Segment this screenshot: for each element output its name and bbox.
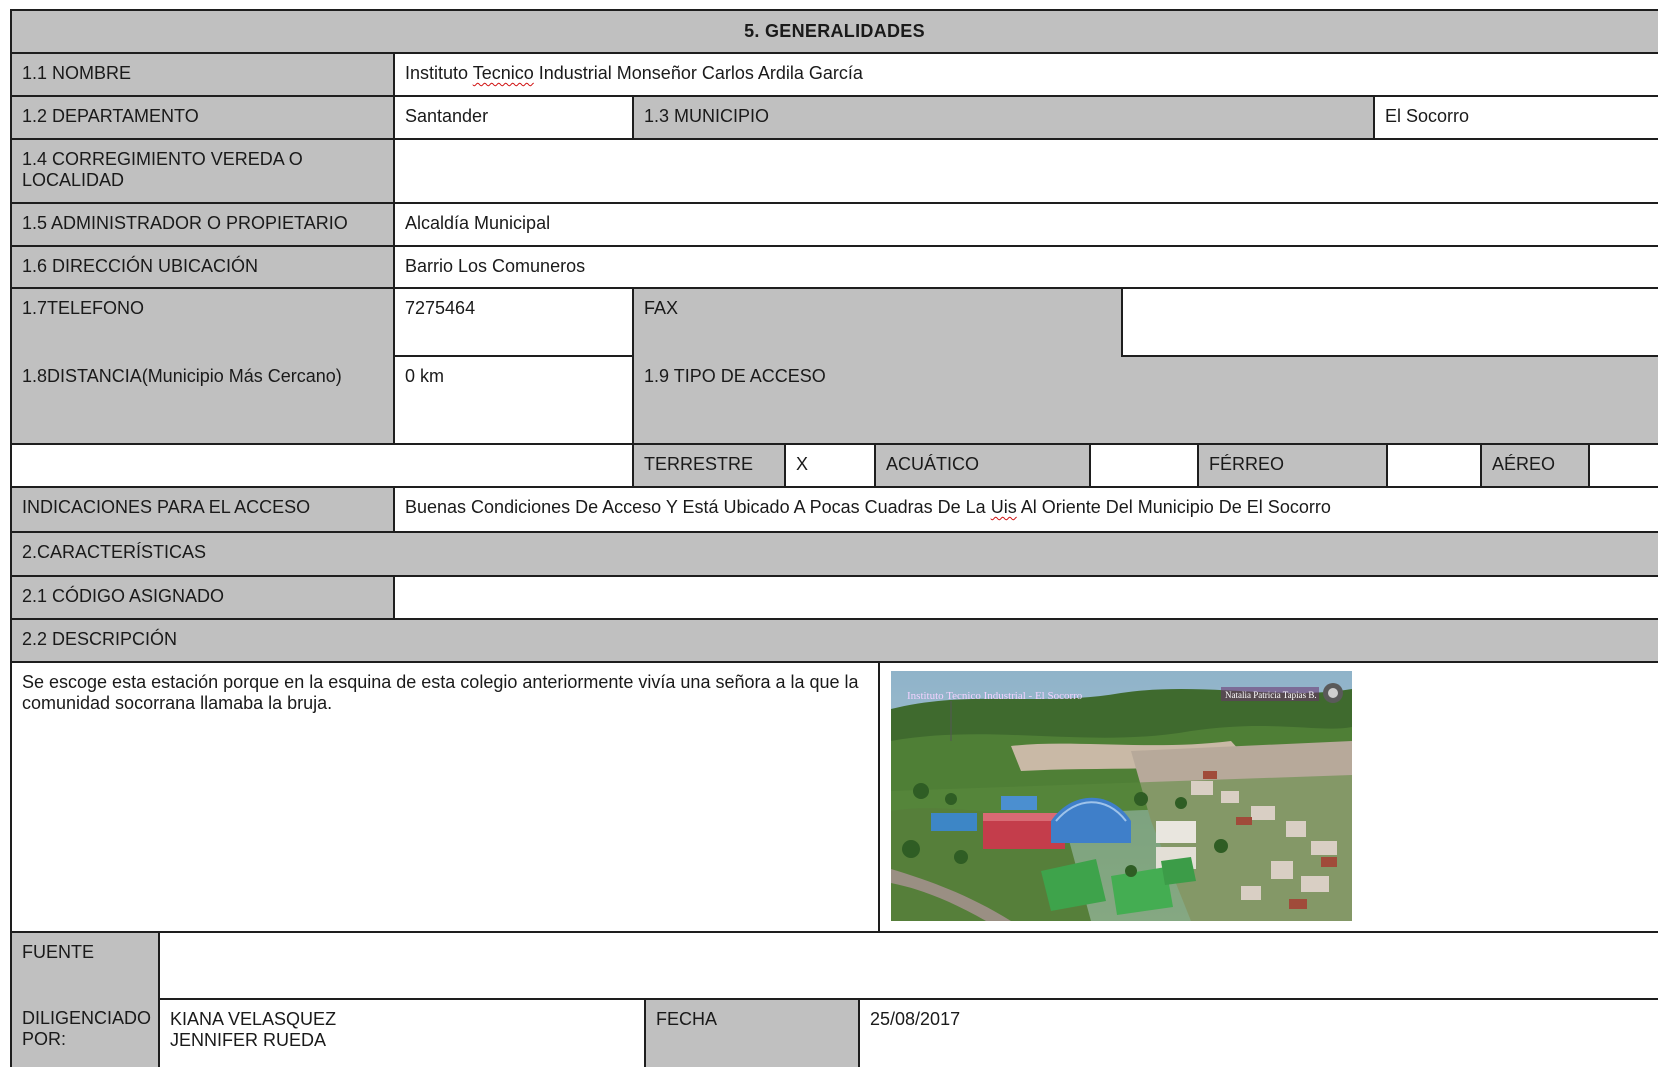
section-title: 5. GENERALIDADES: [11, 10, 1658, 53]
label-departamento: 1.2 DEPARTAMENTO: [11, 96, 394, 139]
option-acuatico-mark[interactable]: [1090, 444, 1198, 487]
label-nombre: 1.1 NOMBRE: [11, 53, 394, 96]
value-distancia[interactable]: 0 km: [394, 356, 633, 444]
blank-cell: [11, 444, 633, 487]
label-codigo: 2.1 CÓDIGO ASIGNADO: [11, 576, 394, 619]
label-corregimiento: 1.4 CORREGIMIENTO VEREDA O LOCALIDAD: [11, 139, 394, 203]
value-telefono[interactable]: 7275464: [394, 288, 633, 356]
label-indicaciones: INDICACIONES PARA EL ACCESO: [11, 487, 394, 532]
section-caracteristicas: 2.CARACTERÍSTICAS: [11, 532, 1658, 576]
spellcheck-word: Tecnico: [472, 63, 534, 83]
label-direccion: 1.6 DIRECCIÓN UBICACIÓN: [11, 246, 394, 288]
option-terrestre-label: TERRESTRE: [633, 444, 785, 487]
value-direccion[interactable]: Barrio Los Comuneros: [394, 246, 1658, 288]
label-fuente: FUENTE: [22, 942, 94, 962]
name-1: KIANA VELASQUEZ: [170, 1009, 337, 1029]
option-ferreo-mark[interactable]: [1387, 444, 1481, 487]
spellcheck-word: Uis: [990, 497, 1017, 517]
label-administrador: 1.5 ADMINISTRADOR O PROPIETARIO: [11, 203, 394, 246]
label-block-footer: FUENTE DILIGENCIADO POR:: [11, 932, 159, 1067]
option-aereo-label: AÉREO: [1481, 444, 1589, 487]
photo-graphic: Instituto Tecnico Industrial - El Socorr…: [891, 671, 1352, 921]
description-text[interactable]: Se escoge esta estación porque en la esq…: [11, 662, 879, 932]
option-terrestre-mark[interactable]: X: [785, 444, 875, 487]
label-tipo-acceso: 1.9 TIPO DE ACCESO: [644, 366, 826, 386]
label-fecha: FECHA: [645, 999, 859, 1067]
value-fax[interactable]: [1122, 288, 1658, 356]
name-2: JENNIFER RUEDA: [170, 1030, 327, 1050]
label-block-telefono-distancia: 1.7TELEFONO 1.8DISTANCIA(Municipio Más C…: [11, 288, 394, 444]
value-fecha[interactable]: 25/08/2017: [859, 999, 1658, 1067]
option-aereo-mark[interactable]: [1589, 444, 1658, 487]
value-indicaciones[interactable]: Buenas Condiciones De Acceso Y Está Ubic…: [394, 487, 1658, 532]
label-telefono: 1.7TELEFONO: [22, 298, 145, 318]
value-administrador[interactable]: Alcaldía Municipal: [394, 203, 1658, 246]
label-municipio: 1.3 MUNICIPIO: [633, 96, 1374, 139]
option-acuatico-label: ACUÁTICO: [875, 444, 1090, 487]
value-codigo[interactable]: [394, 576, 1658, 619]
label-descripcion: 2.2 DESCRIPCIÓN: [11, 619, 1658, 662]
option-ferreo-label: FÉRREO: [1198, 444, 1387, 487]
value-fuente[interactable]: [159, 932, 1658, 999]
value-diligenciado[interactable]: KIANA VELASQUEZ JENNIFER RUEDA: [159, 999, 645, 1067]
value-corregimiento[interactable]: [394, 139, 1658, 203]
value-nombre[interactable]: Instituto Tecnico Industrial Monseñor Ca…: [394, 53, 1658, 96]
photo-caption-left: Instituto Tecnico Industrial - El Socorr…: [907, 690, 1083, 702]
value-municipio[interactable]: El Socorro: [1374, 96, 1658, 139]
value-departamento[interactable]: Santander: [394, 96, 633, 139]
photo-caption-right: Natalia Patricia Tapias B.: [1225, 690, 1317, 700]
school-aerial-photo: Instituto Tecnico Industrial - El Socorr…: [891, 671, 1352, 921]
label-diligenciado: DILIGENCIADO POR:: [22, 1008, 152, 1049]
label-distancia: 1.8DISTANCIA(Municipio Más Cercano): [22, 366, 342, 386]
